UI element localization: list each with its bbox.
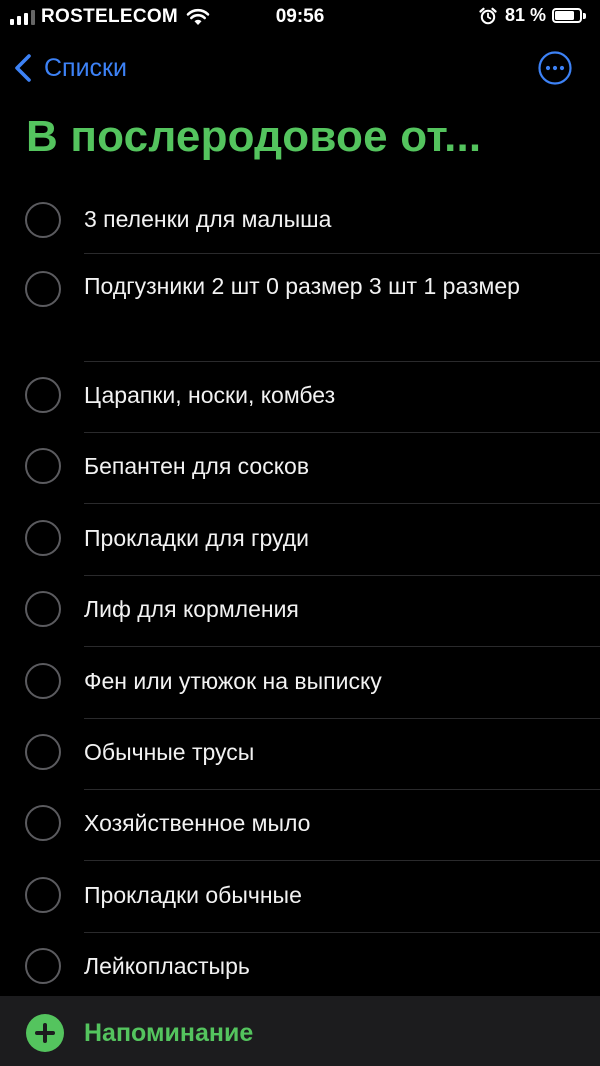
bottom-toolbar: Напоминание [0,996,600,1066]
reminder-item[interactable]: Бепантен для сосков [0,433,600,504]
back-label: Списки [44,53,127,82]
reminder-title[interactable]: Лейкопластырь [84,949,580,983]
reminder-title[interactable]: Бепантен для сосков [84,449,580,483]
completion-circle[interactable] [25,377,61,413]
battery-icon [552,8,582,23]
alarm-icon [479,7,497,24]
battery-percent: 81 % [504,5,546,25]
reminder-item[interactable]: Фен или утюжок на выписку [0,647,600,719]
reminder-title[interactable]: Царапки, носки, комбез [84,378,580,412]
back-button[interactable]: Списки [12,46,127,90]
more-options-button[interactable] [538,51,572,85]
completion-circle[interactable] [25,948,61,984]
plus-circle-icon [26,1014,64,1052]
battery-fill [555,11,575,20]
reminder-title[interactable]: Хозяйственное мыло [84,806,580,840]
chevron-left-icon [15,54,31,82]
new-reminder-button[interactable]: Напоминание [26,1014,253,1052]
reminder-item[interactable]: Лейкопластырь [0,933,600,995]
reminder-item[interactable]: Подгузники 2 шт 0 размер 3 шт 1 размер [0,254,600,362]
reminder-title[interactable]: Прокладки для груди [84,521,580,555]
completion-circle[interactable] [25,805,61,841]
reminder-list: 3 пеленки для малыша Подгузники 2 шт 0 ра… [0,183,600,995]
ellipsis-circle-icon [538,51,572,85]
reminder-item[interactable]: 3 пеленки для малыша [0,183,600,254]
reminder-title[interactable]: 3 пеленки для малыша [84,202,580,236]
new-reminder-label: Напоминание [84,1018,254,1047]
completion-circle[interactable] [25,202,61,238]
completion-circle[interactable] [25,663,61,699]
reminder-item[interactable]: Прокладки для груди [0,504,600,576]
battery-tip [583,12,586,19]
reminder-item[interactable]: Лиф для кормления [0,576,600,647]
reminder-title[interactable]: Лиф для кормления [84,592,580,626]
status-bar: ROSTELECOM 09:56 81 % [0,0,600,34]
completion-circle[interactable] [25,877,61,913]
completion-circle[interactable] [25,734,61,770]
reminder-title[interactable]: Прокладки обычные [84,878,580,912]
reminder-title[interactable]: Подгузники 2 шт 0 размер 3 шт 1 размер [84,269,580,303]
reminder-item[interactable]: Прокладки обычные [0,861,600,933]
reminder-item[interactable]: Царапки, носки, комбез [0,362,600,433]
completion-circle[interactable] [25,448,61,484]
reminder-item[interactable]: Обычные трусы [0,719,600,790]
page-title: В послеродовое от... [26,112,482,161]
completion-circle[interactable] [25,591,61,627]
status-right: 81 % [479,5,586,26]
completion-circle[interactable] [25,271,61,307]
reminder-title[interactable]: Фен или утюжок на выписку [84,664,580,698]
completion-circle[interactable] [25,520,61,556]
reminder-item[interactable]: Хозяйственное мыло [0,790,600,861]
reminder-title[interactable]: Обычные трусы [84,735,580,769]
